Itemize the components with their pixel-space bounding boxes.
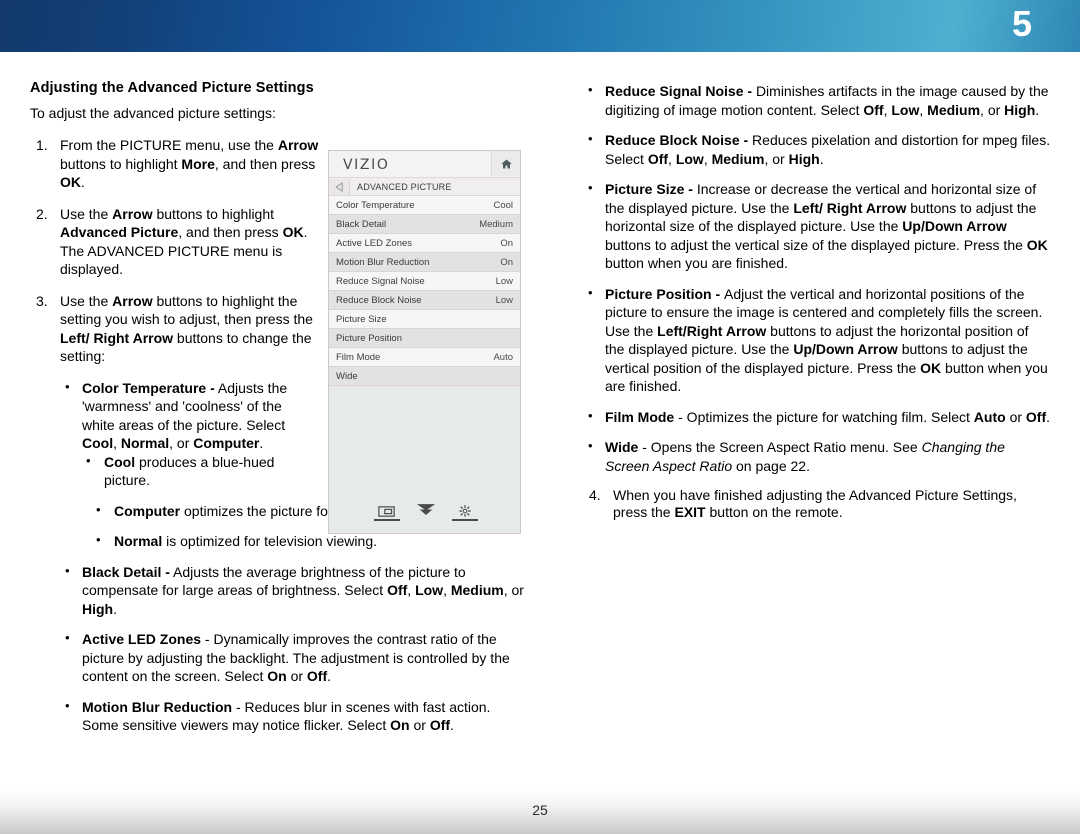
menu-row[interactable]: Film Mode Auto (329, 348, 520, 367)
bullet-film-mode: Film Mode - Optimizes the picture for wa… (583, 407, 1051, 427)
picture-mode-icon[interactable] (373, 506, 400, 521)
advanced-settings-bullet-list: Black Detail - Adjusts the average brigh… (60, 562, 530, 735)
menu-row[interactable]: Color Temperature Cool (329, 196, 520, 215)
menu-row-value: On (500, 237, 513, 249)
settings-gear-icon[interactable] (451, 505, 478, 521)
menu-title: ADVANCED PICTURE (357, 181, 452, 192)
vizio-logo: VIZIO (343, 157, 390, 173)
page-title: Adjusting the Advanced Picture Settings (30, 80, 314, 96)
picture-mode-underline (373, 519, 400, 521)
right-column: Reduce Signal Noise - Diminishes artifac… (583, 81, 1051, 534)
bullet-reduce-signal-noise: Reduce Signal Noise - Diminishes artifac… (583, 81, 1051, 119)
menu-row[interactable]: Picture Position (329, 329, 520, 348)
step-2-text: Use the Arrow buttons to highlight Advan… (60, 205, 308, 278)
bullet-picture-position-text: Picture Position - Adjust the vertical a… (605, 285, 1048, 395)
step-4-number: 4. (589, 487, 601, 503)
chevron-underline (413, 519, 439, 521)
menu-row[interactable]: Picture Size (329, 310, 520, 329)
menu-brand-bar: VIZIO (329, 151, 520, 178)
bullet-normal: Normal is optimized for television viewi… (92, 531, 532, 551)
bullet-active-led-zones-text: Active LED Zones - Dynamically improves … (82, 631, 510, 684)
chapter-banner: 5 (0, 0, 1080, 52)
menu-row-value: On (500, 256, 513, 268)
bullet-active-led-zones: Active LED Zones - Dynamically improves … (60, 629, 530, 686)
menu-row[interactable]: Motion Blur Reduction On (329, 253, 520, 272)
bullet-wide-text: Wide - Opens the Screen Aspect Ratio men… (605, 439, 1005, 474)
menu-footer-icon-bar (329, 503, 522, 521)
chevron-double-down-icon[interactable] (413, 503, 439, 521)
bullet-reduce-signal-noise-text: Reduce Signal Noise - Diminishes artifac… (605, 83, 1049, 118)
intro-paragraph: To adjust the advanced picture settings: (30, 105, 276, 121)
chapter-number: 5 (1011, 3, 1032, 44)
step-2: 2. Use the Arrow buttons to highlight Ad… (30, 205, 322, 279)
bullet-cool-text: Cool produces a blue-hued picture. (104, 453, 275, 489)
home-icon[interactable] (491, 151, 520, 176)
bullet-picture-position: Picture Position - Adjust the vertical a… (583, 284, 1051, 396)
menu-row-value: Low (495, 275, 513, 287)
menu-row-value: Low (495, 294, 513, 306)
menu-row-label: Reduce Signal Noise (336, 275, 425, 287)
bullet-picture-size-text: Picture Size - Increase or decrease the … (605, 181, 1048, 271)
menu-row-label: Active LED Zones (336, 237, 413, 249)
step-3: 3. Use the Arrow buttons to highlight th… (30, 292, 322, 366)
menu-row-label: Picture Position (336, 332, 403, 344)
menu-row[interactable]: Active LED Zones On (329, 234, 520, 253)
step-2-number: 2. (36, 205, 48, 222)
bullet-reduce-block-noise-text: Reduce Block Noise - Reduces pixelation … (605, 132, 1051, 167)
bullet-wide: Wide - Opens the Screen Aspect Ratio men… (583, 437, 1051, 475)
gear-underline (451, 519, 478, 521)
bullet-color-temperature-text: Color Temperature - Adjusts the 'warmnes… (82, 379, 288, 452)
right-bullet-list: Reduce Signal Noise - Diminishes artifac… (583, 81, 1051, 475)
back-arrow-icon[interactable] (329, 178, 350, 195)
menu-row-label: Black Detail (336, 218, 387, 230)
menu-row-label: Color Temperature (336, 199, 415, 211)
menu-row[interactable]: Wide (329, 367, 520, 386)
step-3-number: 3. (36, 292, 48, 309)
bullet-normal-text: Normal is optimized for television viewi… (114, 533, 377, 549)
menu-row-list: Color Temperature Cool Black Detail Medi… (329, 196, 520, 386)
bullet-motion-blur-reduction: Motion Blur Reduction - Reduces blur in … (60, 697, 530, 735)
menu-row-value: Medium (479, 218, 513, 230)
color-temperature-sub-list: Cool produces a blue-hued picture. (82, 452, 292, 490)
menu-row[interactable]: Reduce Signal Noise Low (329, 272, 520, 291)
bullet-motion-blur-reduction-text: Motion Blur Reduction - Reduces blur in … (82, 698, 491, 734)
page-number: 25 (532, 802, 548, 818)
step-1-number: 1. (36, 137, 48, 153)
color-temperature-bullet-list: Color Temperature - Adjusts the 'warmnes… (60, 378, 292, 490)
bullet-picture-size: Picture Size - Increase or decrease the … (583, 179, 1051, 273)
tv-osd-menu-screenshot: VIZIO ADVANCED PICTURE Color Temperature… (328, 150, 521, 534)
bullet-reduce-block-noise: Reduce Block Noise - Reduces pixelation … (583, 130, 1051, 168)
menu-row-label: Reduce Block Noise (336, 294, 422, 306)
step-4-text: When you have finished adjusting the Adv… (613, 487, 1017, 520)
bullet-black-detail: Black Detail - Adjusts the average brigh… (60, 562, 530, 619)
bullet-color-temperature: Color Temperature - Adjusts the 'warmnes… (60, 378, 292, 490)
menu-row-label: Film Mode (336, 351, 381, 363)
step-1-text: From the PICTURE menu, use the Arrow but… (60, 137, 319, 190)
menu-row-value: Auto (493, 351, 513, 363)
bullet-black-detail-text: Black Detail - Adjusts the average brigh… (82, 563, 524, 617)
menu-row-value: Cool (493, 199, 513, 211)
menu-row[interactable]: Reduce Block Noise Low (329, 291, 520, 310)
step-1: 1. From the PICTURE menu, use the Arrow … (30, 136, 322, 192)
menu-row-label: Wide (336, 370, 358, 382)
menu-row-label: Picture Size (336, 313, 387, 325)
step-4: 4. When you have finished adjusting the … (583, 487, 1051, 521)
menu-row-label: Motion Blur Reduction (336, 256, 430, 268)
step-3-text: Use the Arrow buttons to highlight the s… (60, 292, 313, 365)
menu-title-bar: ADVANCED PICTURE (329, 178, 520, 196)
bullet-cool: Cool produces a blue-hued picture. (82, 452, 292, 490)
bullet-film-mode-text: Film Mode - Optimizes the picture for wa… (605, 408, 1051, 425)
menu-row[interactable]: Black Detail Medium (329, 215, 520, 234)
